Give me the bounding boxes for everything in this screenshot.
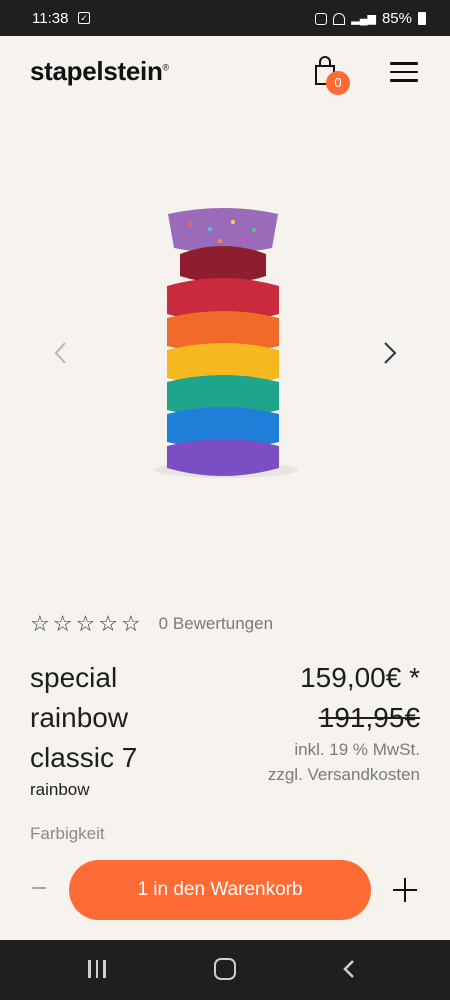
star-icon: ☆	[30, 611, 50, 636]
add-to-cart-button[interactable]: 1 in den Warenkorb	[69, 860, 371, 920]
star-icon: ☆	[120, 611, 141, 636]
star-icon: ☆	[98, 611, 118, 636]
status-icons: ▂▄▆ 85%	[315, 10, 426, 27]
home-icon[interactable]	[214, 958, 236, 980]
rating-summary[interactable]: ☆ ☆ ☆ ☆ ☆ 0 Bewertungen	[30, 612, 273, 636]
recent-apps-icon[interactable]	[88, 960, 106, 978]
tax-note: inkl. 19 % MwSt.	[294, 740, 420, 759]
add-to-cart-bar: 1 in den Warenkorb	[0, 845, 450, 940]
chevron-right-icon[interactable]	[375, 338, 405, 368]
current-price: 159,00€ *	[300, 662, 420, 693]
cart-count-badge: 0	[326, 71, 350, 95]
signal-icon: ▂▄▆	[351, 13, 376, 25]
rating-stars: ☆ ☆ ☆ ☆ ☆	[30, 612, 141, 636]
system-nav-bar	[0, 940, 450, 1000]
status-bar: 11:38 ✓ ▂▄▆ 85%	[0, 0, 450, 36]
shipping-note[interactable]: zzgl. Versandkosten	[268, 765, 420, 785]
back-icon[interactable]	[341, 958, 357, 980]
check-icon: ✓	[78, 12, 90, 24]
product-title-line: special	[30, 662, 118, 693]
product-variant: rainbow	[30, 780, 90, 799]
site-header: stapelstein® 0	[0, 36, 450, 110]
product-title-line: classic 7	[30, 742, 138, 773]
brand-logo[interactable]: stapelstein®	[30, 56, 169, 87]
logo-text: stapelstein	[30, 56, 163, 86]
plus-icon[interactable]	[393, 878, 417, 902]
wifi-icon	[333, 12, 346, 25]
status-time: 11:38	[32, 10, 69, 27]
product-title-line: rainbow	[30, 702, 129, 733]
option-label: Farbigkeit	[30, 824, 105, 843]
battery-icon	[418, 12, 426, 25]
menu-icon[interactable]	[390, 62, 418, 84]
original-price: 191,95€	[318, 702, 420, 733]
cart-button[interactable]: 0	[310, 54, 354, 98]
logo-mark: ®	[162, 62, 170, 73]
star-icon: ☆	[52, 611, 73, 636]
alarm-icon	[315, 12, 328, 25]
reviews-count[interactable]: 0 Bewertungen	[159, 614, 273, 634]
star-icon: ☆	[75, 611, 96, 636]
minus-icon[interactable]	[32, 887, 46, 889]
product-gallery[interactable]	[0, 110, 450, 590]
battery-level: 85%	[381, 10, 412, 27]
